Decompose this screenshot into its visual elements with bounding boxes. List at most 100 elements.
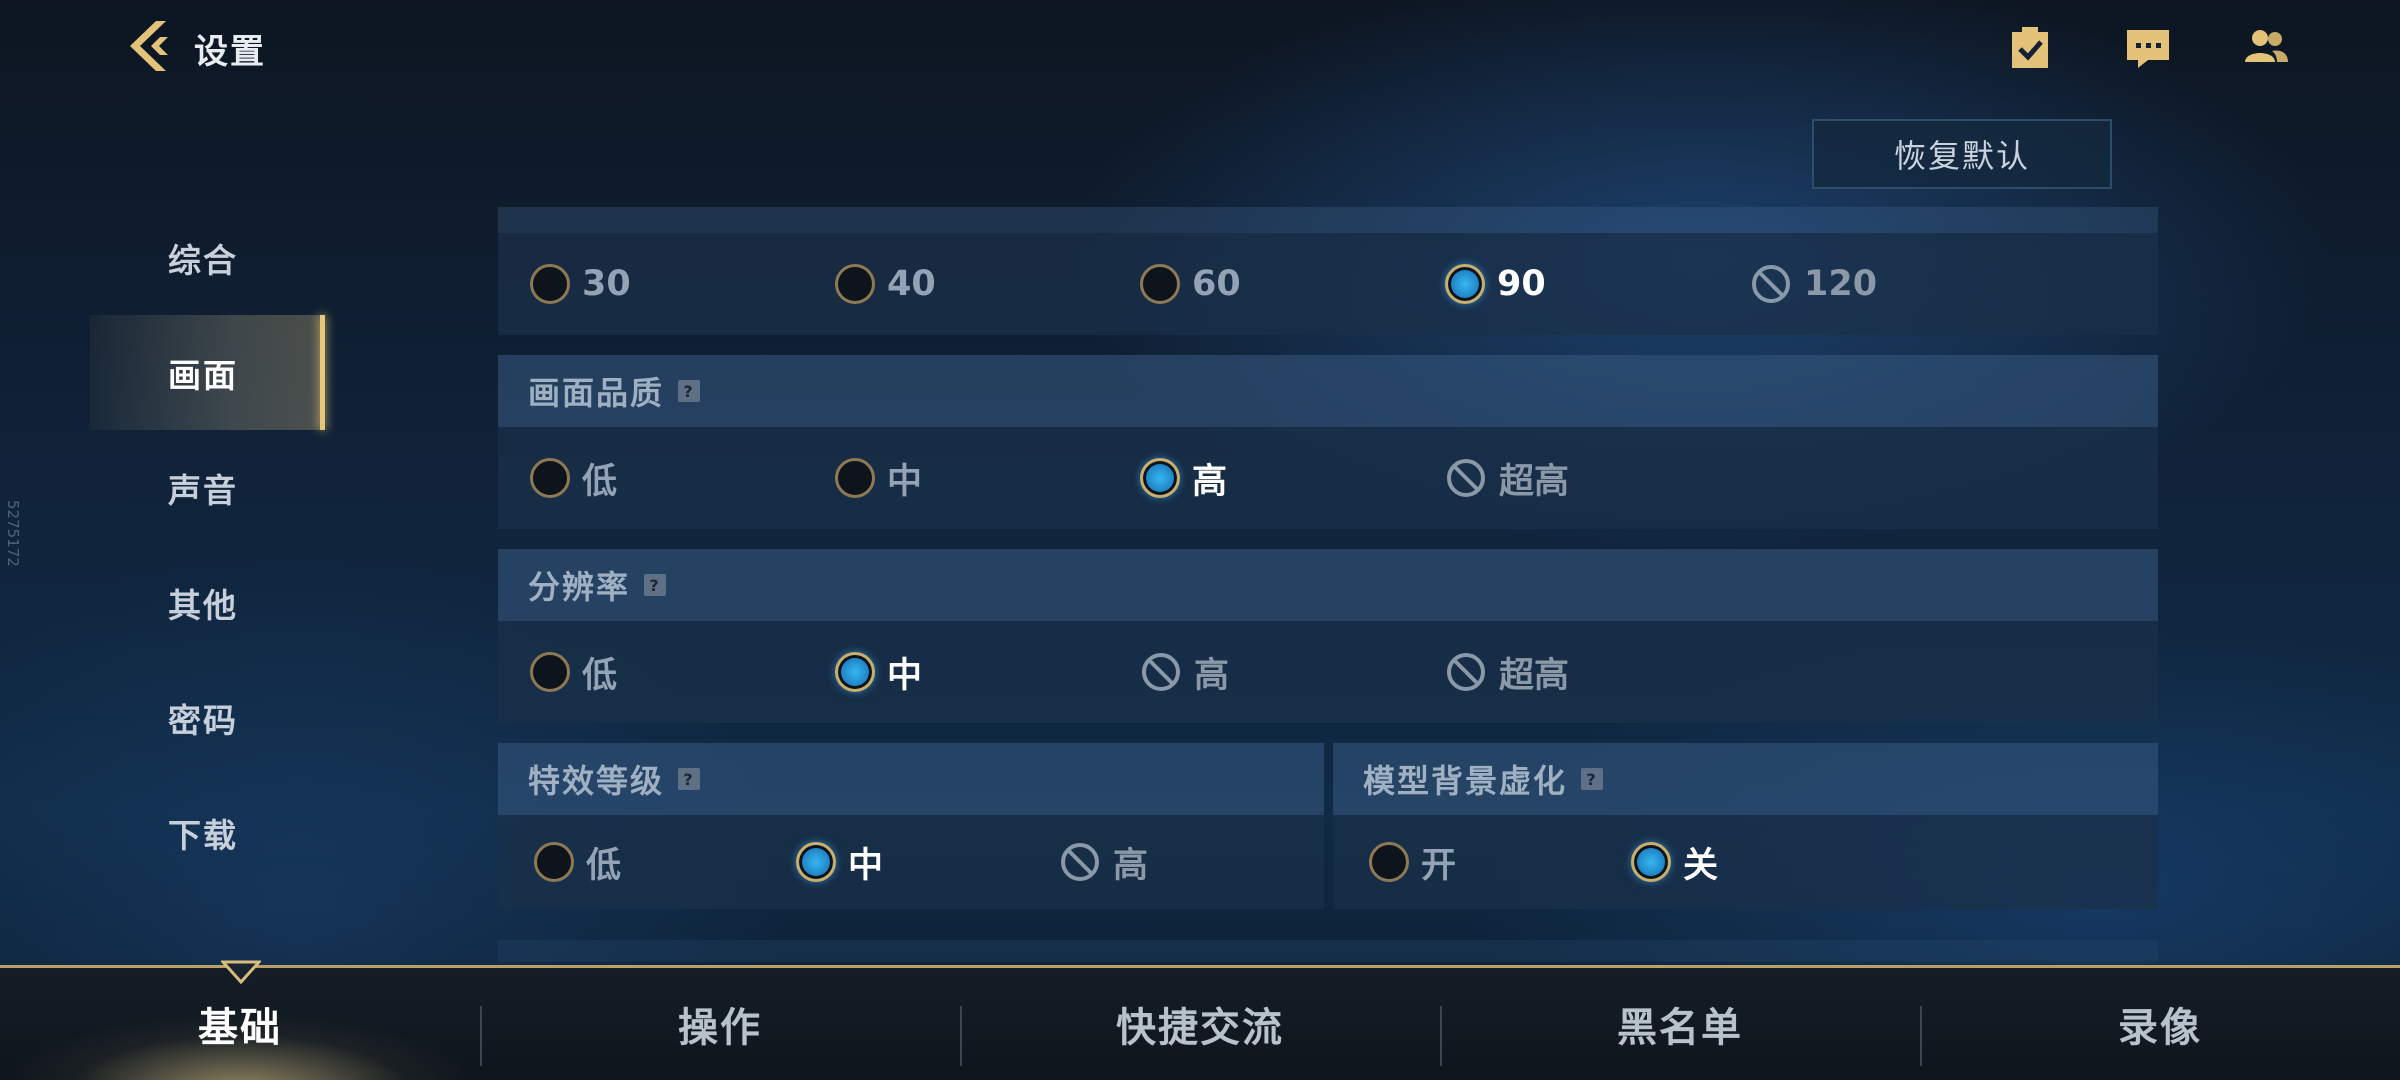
resolution-option-high: 高 — [1140, 621, 1229, 723]
option-label: 120 — [1804, 264, 1878, 304]
resolution-option-ultra: 超高 — [1445, 621, 1569, 723]
frame-rate-panel: 30 40 60 90 120 — [498, 233, 2158, 335]
model-blur-option-on[interactable]: 开 — [1369, 815, 1456, 909]
frame-rate-option-40[interactable]: 40 — [835, 233, 936, 335]
quality-option-ultra: 超高 — [1445, 427, 1569, 529]
radio-selected — [1631, 842, 1671, 882]
option-label: 超高 — [1499, 655, 1570, 696]
radio-unselected — [835, 458, 875, 498]
bottom-tab-bar: 基础 操作 快捷交流 黑名单 录像 — [0, 965, 2400, 1080]
resolution-option-medium[interactable]: 中 — [835, 621, 922, 723]
option-label: 关 — [1683, 845, 1719, 886]
radio-unselected — [530, 458, 570, 498]
next-section-preview — [498, 940, 2158, 962]
quality-header: 画面品质 ? — [498, 355, 2158, 427]
disabled-icon — [1750, 263, 1792, 305]
frame-rate-options: 30 40 60 90 120 — [498, 233, 2158, 335]
option-label: 40 — [887, 264, 936, 304]
disabled-icon — [1140, 651, 1182, 693]
top-icons — [2006, 24, 2290, 72]
sidebar-item-display[interactable]: 画面 — [90, 315, 325, 430]
sidebar-item-general[interactable]: 综合 — [90, 200, 325, 315]
radio-selected — [1445, 264, 1485, 304]
help-icon[interactable]: ? — [644, 574, 667, 596]
frame-rate-option-90[interactable]: 90 — [1445, 233, 1546, 335]
quality-options: 低 中 高 超高 — [498, 427, 2158, 529]
disabled-icon — [1445, 457, 1487, 499]
model-blur-option-off[interactable]: 关 — [1631, 815, 1718, 909]
back-button[interactable]: 设置 — [122, 18, 266, 78]
section-title: 模型背景虚化 — [1363, 762, 1568, 800]
section-title: 画面品质 — [528, 374, 665, 412]
sidebar-item-sound[interactable]: 声音 — [90, 430, 325, 545]
frame-rate-option-120: 120 — [1750, 233, 1877, 335]
radio-unselected — [530, 264, 570, 304]
friends-icon[interactable] — [2242, 24, 2290, 72]
tab-basic[interactable]: 基础 — [0, 968, 480, 1080]
effects-option-low[interactable]: 低 — [534, 815, 621, 909]
resolution-options: 低 中 高 超高 — [498, 621, 2158, 723]
tab-blacklist[interactable]: 黑名单 — [1440, 968, 1920, 1080]
active-tab-indicator-icon — [219, 960, 263, 985]
effects-option-medium[interactable]: 中 — [796, 815, 883, 909]
option-label: 超高 — [1499, 461, 1570, 502]
help-icon[interactable]: ? — [678, 380, 701, 402]
effects-option-high: 高 — [1059, 815, 1148, 909]
radio-unselected — [835, 264, 875, 304]
frame-rate-option-60[interactable]: 60 — [1140, 233, 1241, 335]
radio-unselected — [530, 652, 570, 692]
option-label: 低 — [582, 655, 618, 696]
radio-unselected — [1369, 842, 1409, 882]
radio-selected — [1140, 458, 1180, 498]
build-code: 5275172 — [4, 500, 22, 567]
quality-option-high[interactable]: 高 — [1140, 427, 1227, 529]
option-label: 低 — [586, 845, 622, 886]
restore-default-button[interactable]: 恢复默认 — [1812, 119, 2112, 189]
model-blur-options: 开 关 — [1333, 815, 2158, 909]
model-blur-header: 模型背景虚化 ? — [1333, 743, 2158, 815]
sidebar-item-password[interactable]: 密码 — [90, 660, 325, 775]
disabled-icon — [1059, 841, 1101, 883]
frame-rate-header — [498, 207, 2158, 233]
option-label: 低 — [582, 461, 618, 502]
effects-header: 特效等级 ? — [498, 743, 1324, 815]
help-icon[interactable]: ? — [678, 768, 701, 790]
radio-selected — [796, 842, 836, 882]
chat-icon[interactable] — [2124, 24, 2172, 72]
option-label: 中 — [887, 655, 923, 696]
option-label: 90 — [1497, 264, 1546, 304]
frame-rate-option-30[interactable]: 30 — [530, 233, 631, 335]
option-label: 中 — [848, 845, 884, 886]
page-title: 设置 — [194, 31, 266, 72]
option-label: 高 — [1113, 845, 1149, 886]
tab-controls[interactable]: 操作 — [480, 968, 960, 1080]
effects-panel: 特效等级 ? 低 中 高 — [498, 743, 1324, 909]
back-arrow-icon — [122, 17, 180, 79]
disabled-icon — [1445, 651, 1487, 693]
help-icon[interactable]: ? — [1581, 768, 1604, 790]
tab-quick-chat[interactable]: 快捷交流 — [960, 968, 1440, 1080]
sidebar-item-other[interactable]: 其他 — [90, 545, 325, 660]
tab-replay[interactable]: 录像 — [1920, 968, 2400, 1080]
quality-option-medium[interactable]: 中 — [835, 427, 922, 529]
top-bar: 设置 — [0, 0, 2400, 100]
option-label: 中 — [887, 461, 923, 502]
quality-panel: 画面品质 ? 低 中 高 超高 — [498, 355, 2158, 529]
option-label: 60 — [1192, 264, 1241, 304]
quality-option-low[interactable]: 低 — [530, 427, 617, 529]
effects-options: 低 中 高 — [498, 815, 1324, 909]
resolution-option-low[interactable]: 低 — [530, 621, 617, 723]
section-title: 特效等级 — [528, 762, 665, 800]
task-check-icon[interactable] — [2006, 24, 2054, 72]
sidebar-item-download[interactable]: 下载 — [90, 775, 325, 890]
resolution-header: 分辨率 ? — [498, 549, 2158, 621]
sidebar: 综合 画面 声音 其他 密码 下载 — [90, 200, 325, 890]
option-label: 高 — [1192, 461, 1228, 502]
radio-selected — [835, 652, 875, 692]
radio-unselected — [1140, 264, 1180, 304]
resolution-panel: 分辨率 ? 低 中 高 超高 — [498, 549, 2158, 723]
radio-unselected — [534, 842, 574, 882]
option-label: 开 — [1421, 845, 1457, 886]
section-title: 分辨率 — [528, 568, 631, 606]
model-blur-panel: 模型背景虚化 ? 开 关 — [1333, 743, 2158, 909]
